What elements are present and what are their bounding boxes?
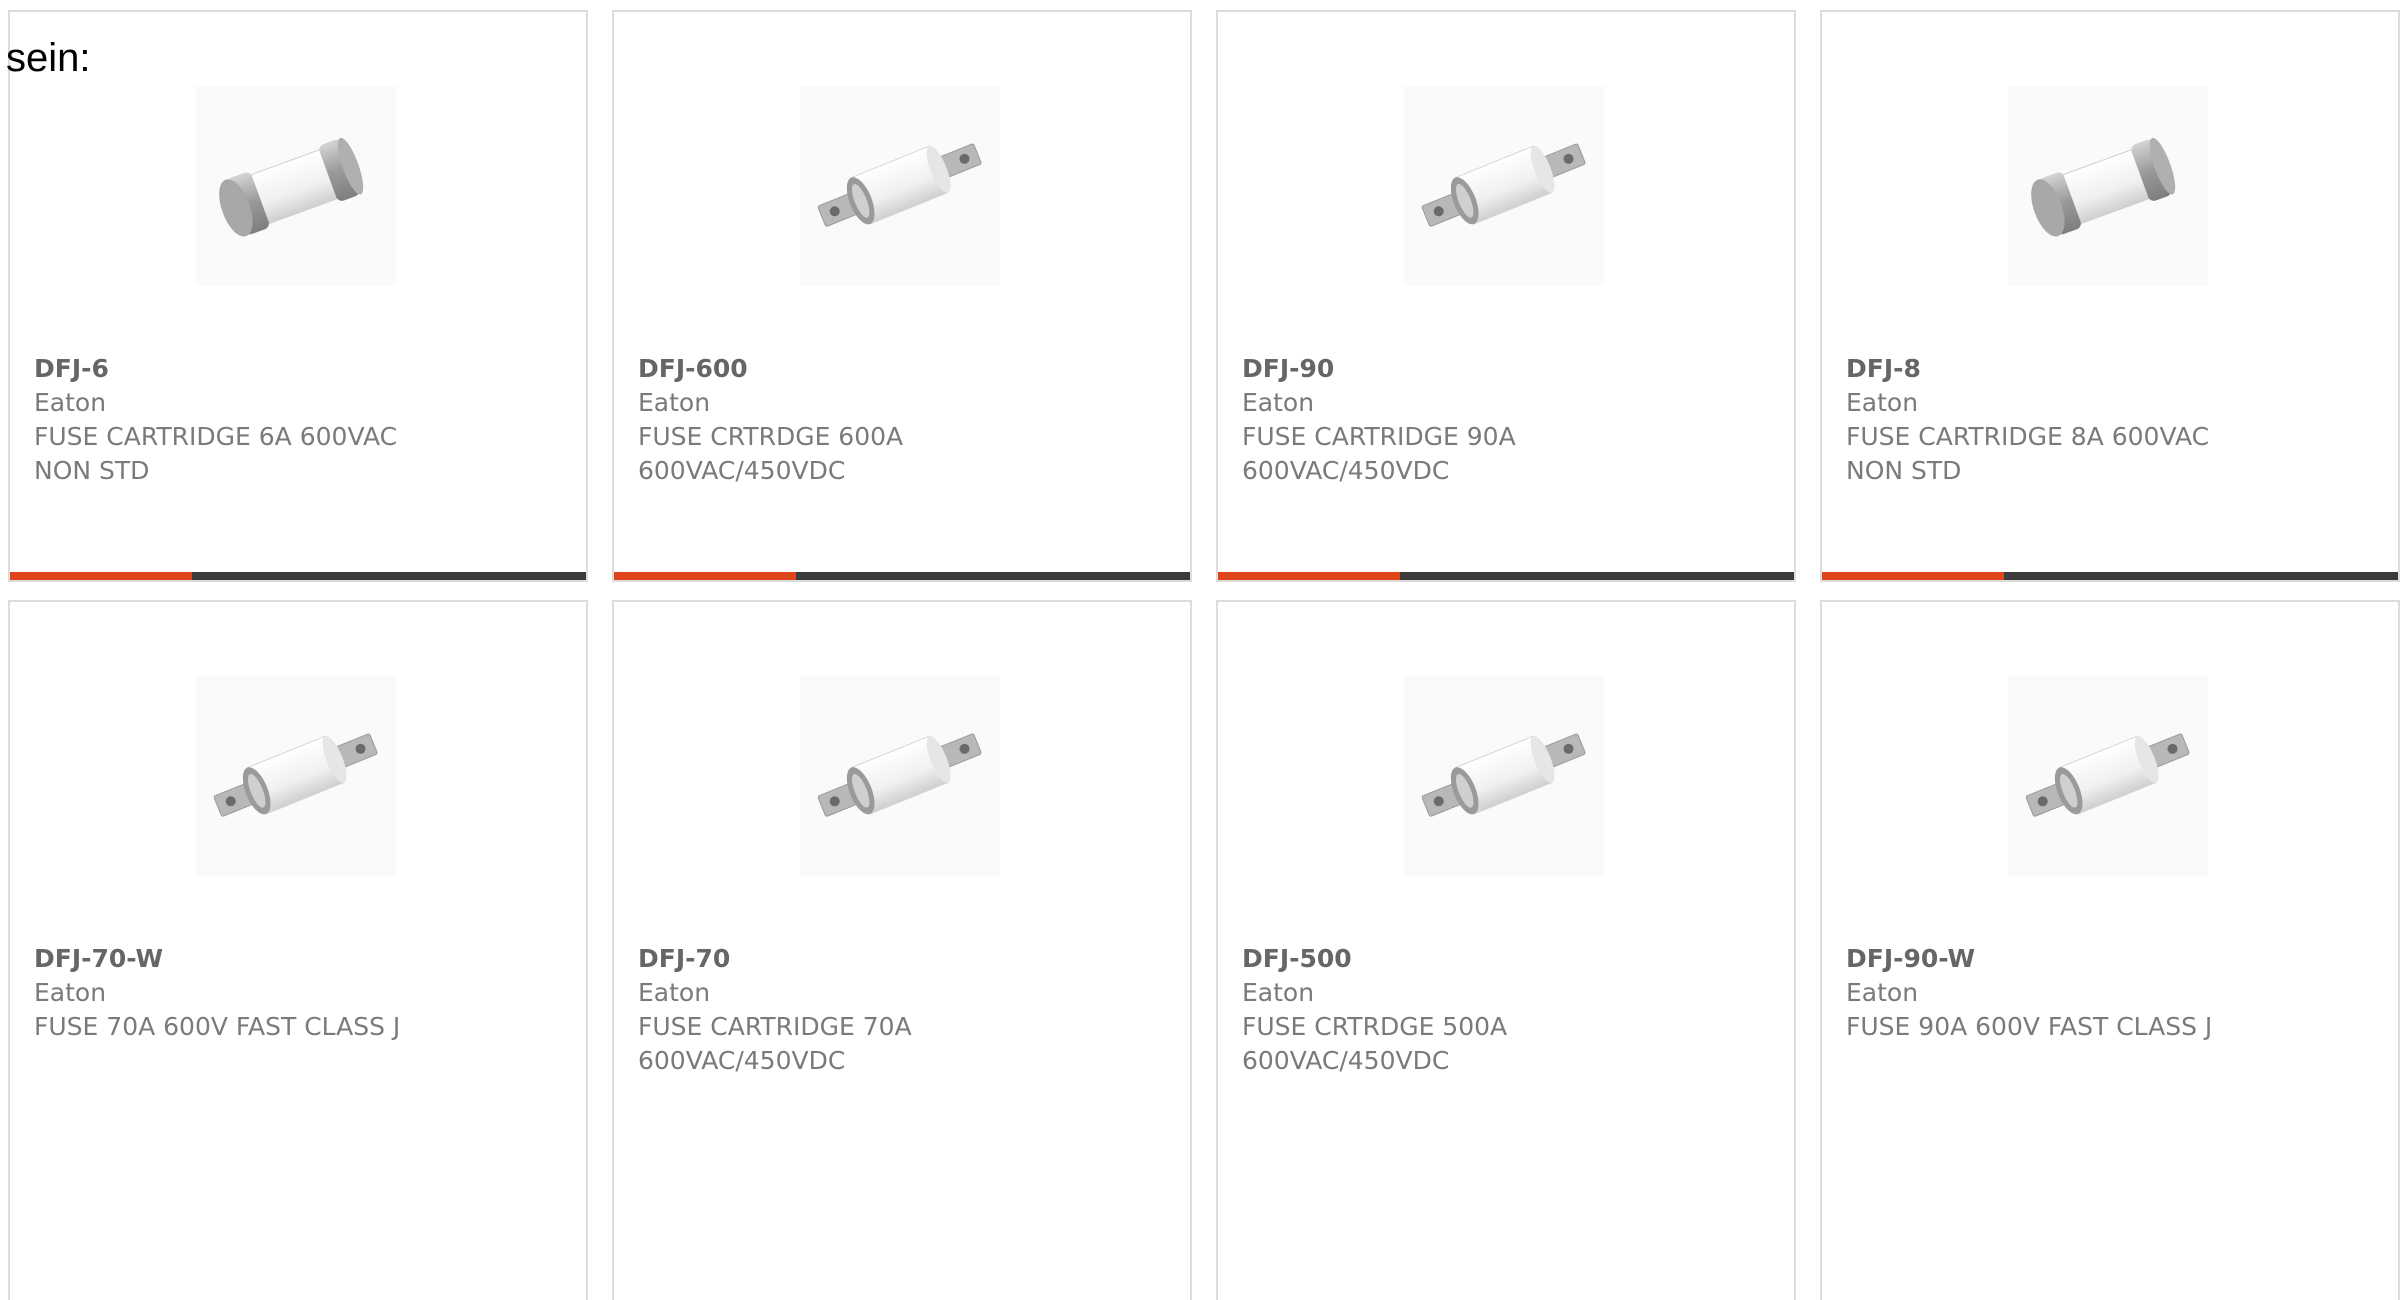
lead-text: sein:	[6, 36, 91, 80]
product-card[interactable]: DFJ-90 Eaton FUSE CARTRIDGE 90A 600VAC/450…	[1216, 10, 1796, 582]
product-description: FUSE CARTRIDGE 70A 600VAC/450VDC	[638, 1012, 912, 1075]
card-divider-bar	[614, 572, 1190, 580]
cylinder-fuse-icon[interactable]	[196, 86, 396, 286]
product-description: FUSE 90A 600V FAST CLASS J	[1846, 1012, 2213, 1041]
product-card[interactable]: DFJ-500 Eaton FUSE CRTRDGE 500A 600VAC/450…	[1216, 600, 1796, 1300]
product-description: FUSE CRTRDGE 600A 600VAC/450VDC	[638, 422, 904, 485]
bolt-tab-fuse-icon[interactable]	[1404, 676, 1604, 876]
product-card[interactable]: DFJ-90-W Eaton FUSE 90A 600V FAST CLASS J	[1820, 600, 2400, 1300]
product-info: DFJ-90-W Eaton FUSE 90A 600V FAST CLASS J	[1846, 942, 2378, 1044]
product-description: FUSE CARTRIDGE 8A 600VAC NON STD	[1846, 422, 2210, 485]
manufacturer: Eaton	[34, 978, 107, 1007]
bolt-tab-fuse-icon[interactable]	[1404, 86, 1604, 286]
card-divider-bar	[1218, 572, 1794, 580]
card-accent	[1822, 572, 2004, 580]
bolt-tab-fuse-icon[interactable]	[800, 86, 1000, 286]
card-accent	[1218, 572, 1400, 580]
bolt-tab-fuse-icon[interactable]	[2008, 676, 2208, 876]
product-info: DFJ-70-W Eaton FUSE 70A 600V FAST CLASS J	[34, 942, 566, 1044]
bolt-tab-fuse-icon[interactable]	[800, 676, 1000, 876]
manufacturer: Eaton	[34, 388, 107, 417]
product-card[interactable]: DFJ-70 Eaton FUSE CARTRIDGE 70A 600VAC/450…	[612, 600, 1192, 1300]
product-grid: DFJ-6 Eaton FUSE CARTRIDGE 6A 600VAC NON S…	[0, 0, 2400, 1300]
product-description: FUSE CRTRDGE 500A 600VAC/450VDC	[1242, 1012, 1508, 1075]
product-description: FUSE CARTRIDGE 90A 600VAC/450VDC	[1242, 422, 1516, 485]
manufacturer: Eaton	[638, 978, 711, 1007]
product-description: FUSE CARTRIDGE 6A 600VAC NON STD	[34, 422, 398, 485]
card-accent	[614, 572, 796, 580]
part-number[interactable]: DFJ-90-W	[1846, 942, 2378, 976]
card-divider-bar	[10, 572, 586, 580]
part-number[interactable]: DFJ-90	[1242, 352, 1774, 386]
manufacturer: Eaton	[1242, 388, 1315, 417]
part-number[interactable]: DFJ-500	[1242, 942, 1774, 976]
product-info: DFJ-90 Eaton FUSE CARTRIDGE 90A 600VAC/450…	[1242, 352, 1774, 488]
product-description: FUSE 70A 600V FAST CLASS J	[34, 1012, 401, 1041]
part-number[interactable]: DFJ-6	[34, 352, 566, 386]
product-card[interactable]: DFJ-6 Eaton FUSE CARTRIDGE 6A 600VAC NON S…	[8, 10, 588, 582]
manufacturer: Eaton	[1846, 388, 1919, 417]
manufacturer: Eaton	[638, 388, 711, 417]
product-card[interactable]: DFJ-600 Eaton FUSE CRTRDGE 600A 600VAC/450…	[612, 10, 1192, 582]
bolt-tab-fuse-icon[interactable]	[196, 676, 396, 876]
manufacturer: Eaton	[1846, 978, 1919, 1007]
part-number[interactable]: DFJ-8	[1846, 352, 2378, 386]
cylinder-fuse-icon[interactable]	[2008, 86, 2208, 286]
part-number[interactable]: DFJ-70	[638, 942, 1170, 976]
card-divider-bar	[1822, 572, 2398, 580]
card-accent	[10, 572, 192, 580]
product-card[interactable]: DFJ-70-W Eaton FUSE 70A 600V FAST CLASS J	[8, 600, 588, 1300]
product-info: DFJ-600 Eaton FUSE CRTRDGE 600A 600VAC/450…	[638, 352, 1170, 488]
product-info: DFJ-6 Eaton FUSE CARTRIDGE 6A 600VAC NON S…	[34, 352, 566, 488]
product-card[interactable]: DFJ-8 Eaton FUSE CARTRIDGE 8A 600VAC NON S…	[1820, 10, 2400, 582]
manufacturer: Eaton	[1242, 978, 1315, 1007]
product-info: DFJ-500 Eaton FUSE CRTRDGE 500A 600VAC/450…	[1242, 942, 1774, 1078]
part-number[interactable]: DFJ-600	[638, 352, 1170, 386]
product-info: DFJ-70 Eaton FUSE CARTRIDGE 70A 600VAC/450…	[638, 942, 1170, 1078]
part-number[interactable]: DFJ-70-W	[34, 942, 566, 976]
product-info: DFJ-8 Eaton FUSE CARTRIDGE 8A 600VAC NON S…	[1846, 352, 2378, 488]
